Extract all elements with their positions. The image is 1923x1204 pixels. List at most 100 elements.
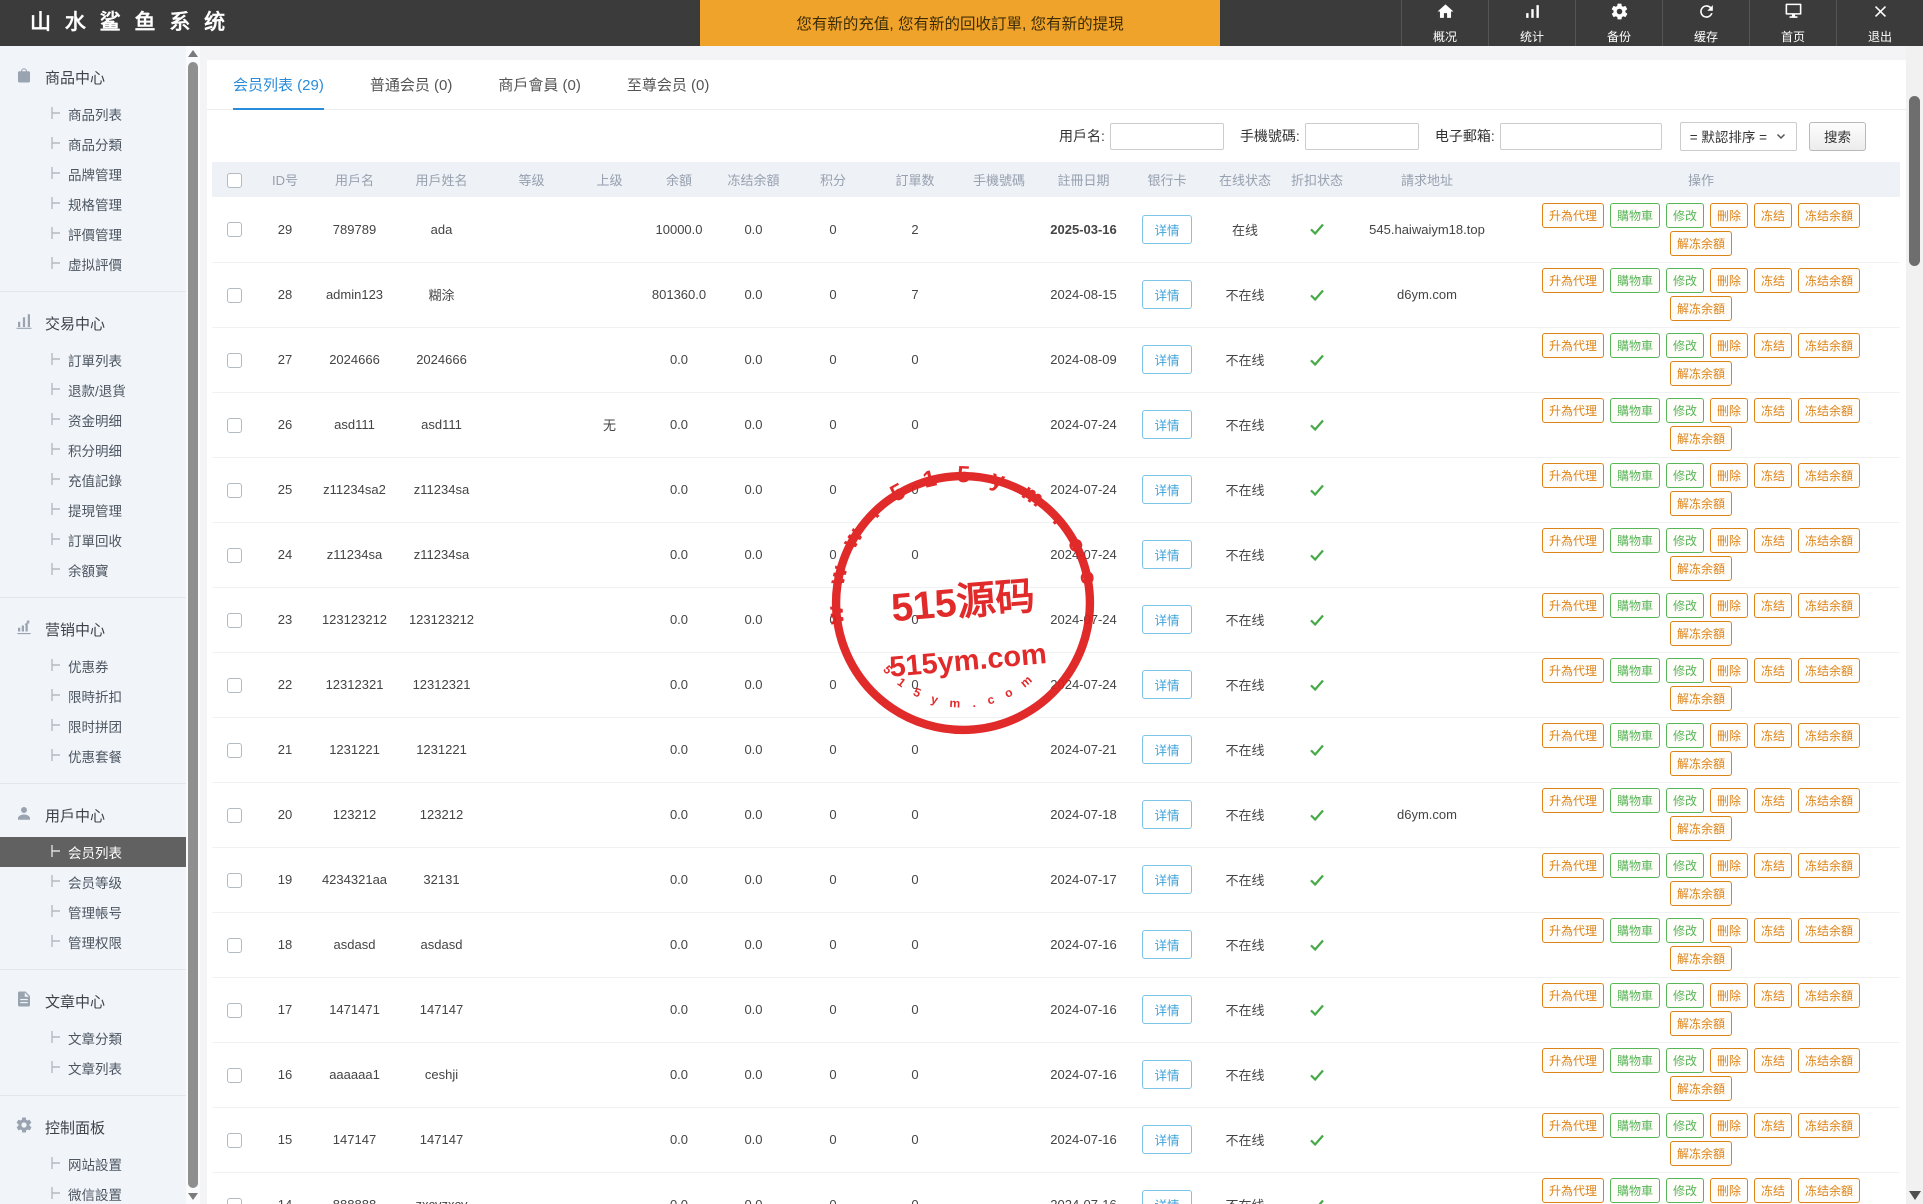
sidebar-item-退款/退貨[interactable]: 退款/退貨 [0,375,186,405]
action-button-刪除[interactable]: 刪除 [1710,1178,1748,1203]
action-button-冻结余額[interactable]: 冻结余額 [1798,398,1860,423]
sidebar-item-商品分類[interactable]: 商品分類 [0,129,186,159]
action-button-購物車[interactable]: 購物車 [1610,788,1660,813]
action-button-修改[interactable]: 修改 [1666,1178,1704,1203]
action-button-刪除[interactable]: 刪除 [1710,1113,1748,1138]
action-button-冻结余額[interactable]: 冻结余額 [1798,1048,1860,1073]
action-button-升為代理[interactable]: 升為代理 [1542,658,1604,683]
detail-button[interactable]: 详情 [1142,670,1191,699]
sidebar-item-规格管理[interactable]: 规格管理 [0,189,186,219]
sidebar-scrollbar[interactable] [186,46,200,1204]
action-button-購物車[interactable]: 購物車 [1610,658,1660,683]
action-button-購物車[interactable]: 購物車 [1610,853,1660,878]
action-button-解冻余額[interactable]: 解冻余額 [1670,881,1732,906]
sidebar-item-管理权限[interactable]: 管理权限 [0,927,186,957]
action-button-冻结[interactable]: 冻结 [1754,268,1792,293]
action-button-修改[interactable]: 修改 [1666,593,1704,618]
sidebar-item-管理帳号[interactable]: 管理帳号 [0,897,186,927]
action-button-購物車[interactable]: 購物車 [1610,333,1660,358]
action-button-修改[interactable]: 修改 [1666,853,1704,878]
sort-select[interactable]: = 默認排序 = [1680,122,1797,151]
row-checkbox[interactable] [227,418,242,433]
action-button-修改[interactable]: 修改 [1666,983,1704,1008]
action-button-購物車[interactable]: 購物車 [1610,983,1660,1008]
detail-button[interactable]: 详情 [1142,1060,1191,1089]
scroll-up-arrow-icon[interactable] [188,50,198,57]
sidebar-item-资金明细[interactable]: 资金明细 [0,405,186,435]
detail-button[interactable]: 详情 [1142,995,1191,1024]
action-button-購物車[interactable]: 購物車 [1610,268,1660,293]
sidebar-item-商品列表[interactable]: 商品列表 [0,99,186,129]
detail-button[interactable]: 详情 [1142,605,1191,634]
action-button-冻结余額[interactable]: 冻结余額 [1798,528,1860,553]
row-checkbox[interactable] [227,483,242,498]
row-checkbox[interactable] [227,678,242,693]
sidebar-item-訂單列表[interactable]: 訂單列表 [0,345,186,375]
action-button-冻结余額[interactable]: 冻结余額 [1798,658,1860,683]
action-button-冻结[interactable]: 冻结 [1754,1113,1792,1138]
sidebar-scrollbar-thumb[interactable] [188,62,198,1188]
sidebar-section-header[interactable]: 交易中心 [0,302,186,345]
action-button-解冻余額[interactable]: 解冻余額 [1670,426,1732,451]
detail-button[interactable]: 详情 [1142,345,1191,374]
sidebar-item-充值記錄[interactable]: 充值記錄 [0,465,186,495]
action-button-升為代理[interactable]: 升為代理 [1542,203,1604,228]
action-button-升為代理[interactable]: 升為代理 [1542,463,1604,488]
action-button-升為代理[interactable]: 升為代理 [1542,1048,1604,1073]
select-all-checkbox[interactable] [227,173,242,188]
page-scrollbar[interactable] [1906,46,1923,1204]
action-button-冻结余額[interactable]: 冻结余額 [1798,918,1860,943]
action-button-解冻余額[interactable]: 解冻余額 [1670,1076,1732,1101]
detail-button[interactable]: 详情 [1142,410,1191,439]
sidebar-item-評價管理[interactable]: 評價管理 [0,219,186,249]
action-button-升為代理[interactable]: 升為代理 [1542,918,1604,943]
sidebar-item-积分明细[interactable]: 积分明细 [0,435,186,465]
action-button-冻结[interactable]: 冻结 [1754,853,1792,878]
action-button-修改[interactable]: 修改 [1666,463,1704,488]
email-input[interactable] [1500,123,1662,150]
action-button-修改[interactable]: 修改 [1666,398,1704,423]
action-button-冻结余額[interactable]: 冻结余額 [1798,723,1860,748]
action-button-購物車[interactable]: 購物車 [1610,918,1660,943]
action-button-修改[interactable]: 修改 [1666,918,1704,943]
sidebar-section-header[interactable]: 营销中心 [0,608,186,651]
detail-button[interactable]: 详情 [1142,800,1191,829]
action-button-解冻余額[interactable]: 解冻余額 [1670,816,1732,841]
action-button-刪除[interactable]: 刪除 [1710,983,1748,1008]
scroll-down-arrow-icon[interactable] [188,1193,198,1200]
action-button-冻结余額[interactable]: 冻结余額 [1798,853,1860,878]
action-button-解冻余額[interactable]: 解冻余額 [1670,491,1732,516]
row-checkbox[interactable] [227,288,242,303]
action-button-升為代理[interactable]: 升為代理 [1542,1113,1604,1138]
action-button-購物車[interactable]: 購物車 [1610,203,1660,228]
action-button-升為代理[interactable]: 升為代理 [1542,333,1604,358]
action-button-冻结[interactable]: 冻结 [1754,723,1792,748]
action-button-購物車[interactable]: 購物車 [1610,723,1660,748]
action-button-升為代理[interactable]: 升為代理 [1542,788,1604,813]
row-checkbox[interactable] [227,1133,242,1148]
action-button-購物車[interactable]: 購物車 [1610,1113,1660,1138]
action-button-修改[interactable]: 修改 [1666,788,1704,813]
action-button-刪除[interactable]: 刪除 [1710,593,1748,618]
action-button-冻结余額[interactable]: 冻结余額 [1798,983,1860,1008]
action-button-購物車[interactable]: 購物車 [1610,1048,1660,1073]
action-button-刪除[interactable]: 刪除 [1710,333,1748,358]
action-button-冻结余額[interactable]: 冻结余額 [1798,593,1860,618]
sidebar-item-微信設置[interactable]: 微信設置 [0,1179,186,1204]
action-button-冻结[interactable]: 冻结 [1754,463,1792,488]
row-checkbox[interactable] [227,1068,242,1083]
action-button-冻结余額[interactable]: 冻结余額 [1798,1113,1860,1138]
row-checkbox[interactable] [227,1198,242,1204]
action-button-冻结余額[interactable]: 冻结余額 [1798,333,1860,358]
action-button-購物車[interactable]: 購物車 [1610,398,1660,423]
row-checkbox[interactable] [227,873,242,888]
action-button-解冻余額[interactable]: 解冻余額 [1670,1011,1732,1036]
sidebar-item-文章分類[interactable]: 文章分類 [0,1023,186,1053]
action-button-修改[interactable]: 修改 [1666,1048,1704,1073]
action-button-購物車[interactable]: 購物車 [1610,463,1660,488]
action-button-刪除[interactable]: 刪除 [1710,203,1748,228]
tab-至尊会员 (0)[interactable]: 至尊会员 (0) [627,60,710,109]
sidebar-item-会员等级[interactable]: 会员等级 [0,867,186,897]
action-button-冻结[interactable]: 冻结 [1754,788,1792,813]
page-scrollbar-thumb[interactable] [1909,96,1920,266]
